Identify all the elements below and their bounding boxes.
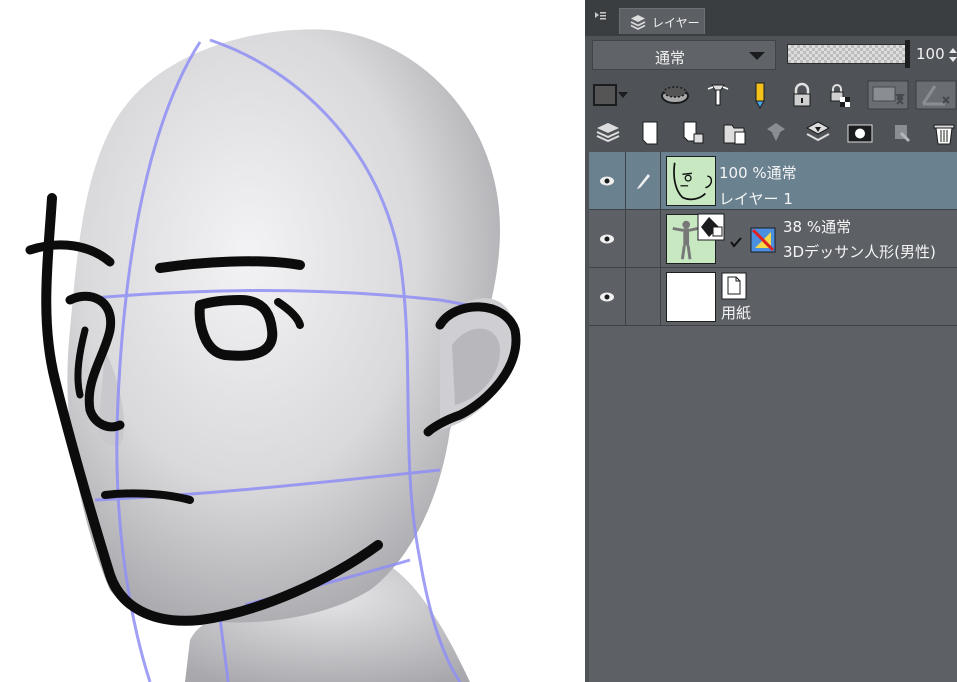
new-raster-layer-icon[interactable] [635,119,665,147]
tab-label: レイヤー [652,16,700,30]
layer-list: 100 %通常 レイヤー 1 38 %通常 3Dデッサン人形(男性) 用紙 [589,152,957,682]
ruler-disable-icon[interactable] [915,80,957,110]
lock-transparent-icon[interactable] [825,81,855,109]
apply-mask-icon[interactable] [887,119,917,147]
lock-icon[interactable] [787,81,817,109]
layer-panel: レイヤー 通常 100 100 %通常 レイヤー 1 38 %通常 3Dデッサン… [585,0,957,682]
layer-row-paper[interactable]: 用紙 [589,268,957,326]
layers-icon [630,15,646,30]
layer-property-icon[interactable] [593,119,623,147]
paper-layer-icon [721,272,747,300]
layer-info: 100 %通常 [719,164,797,182]
layer-name: 用紙 [721,304,752,322]
eye-icon[interactable] [599,233,615,245]
new-folder-icon[interactable] [719,119,749,147]
opacity-value[interactable]: 100 [916,45,945,63]
head-drawing [25,29,521,682]
eye-icon[interactable] [599,291,615,303]
transfer-down-icon[interactable] [761,119,791,147]
pen-edit-icon [637,174,650,189]
layer-name: レイヤー 1 [719,190,793,208]
new-vector-layer-icon[interactable] [677,119,707,147]
draft-layer-icon[interactable] [745,81,775,110]
layer-info: 38 %通常 [783,218,852,236]
clip-icon[interactable] [660,81,690,109]
chevron-down-icon [749,52,765,60]
opacity-spin-icon[interactable] [949,47,957,63]
reference-layer-icon[interactable] [703,81,733,109]
blend-mode-value: 通常 [655,49,686,67]
layer-row-3d-model[interactable]: 38 %通常 3Dデッサン人形(男性) [589,210,957,268]
head-shape [67,29,501,623]
layer-mask-icon[interactable] [845,119,875,147]
delete-layer-icon[interactable] [929,119,957,147]
eye-icon[interactable] [599,175,615,187]
merge-down-icon[interactable] [803,119,833,147]
opacity-slider-handle[interactable] [905,40,910,68]
layer-thumbnail [666,156,716,206]
tab-layer[interactable]: レイヤー [619,8,705,34]
layer-thumbnail [666,272,716,322]
mask-disable-icon[interactable] [867,80,909,110]
3d-disabled-icon [750,227,776,253]
blend-mode-select[interactable]: 通常 [592,40,776,70]
opacity-slider[interactable] [787,44,909,64]
drawing-canvas[interactable] [0,0,585,682]
check-icon [730,237,742,248]
layer-name: 3Dデッサン人形(男性) [783,243,936,261]
3d-layer-icon [697,213,725,241]
layer-row-layer1[interactable]: 100 %通常 レイヤー 1 [589,152,957,210]
color-mode-icon[interactable] [591,81,629,109]
panel-header: レイヤー [585,0,957,36]
panel-menu-icon[interactable] [593,9,607,23]
